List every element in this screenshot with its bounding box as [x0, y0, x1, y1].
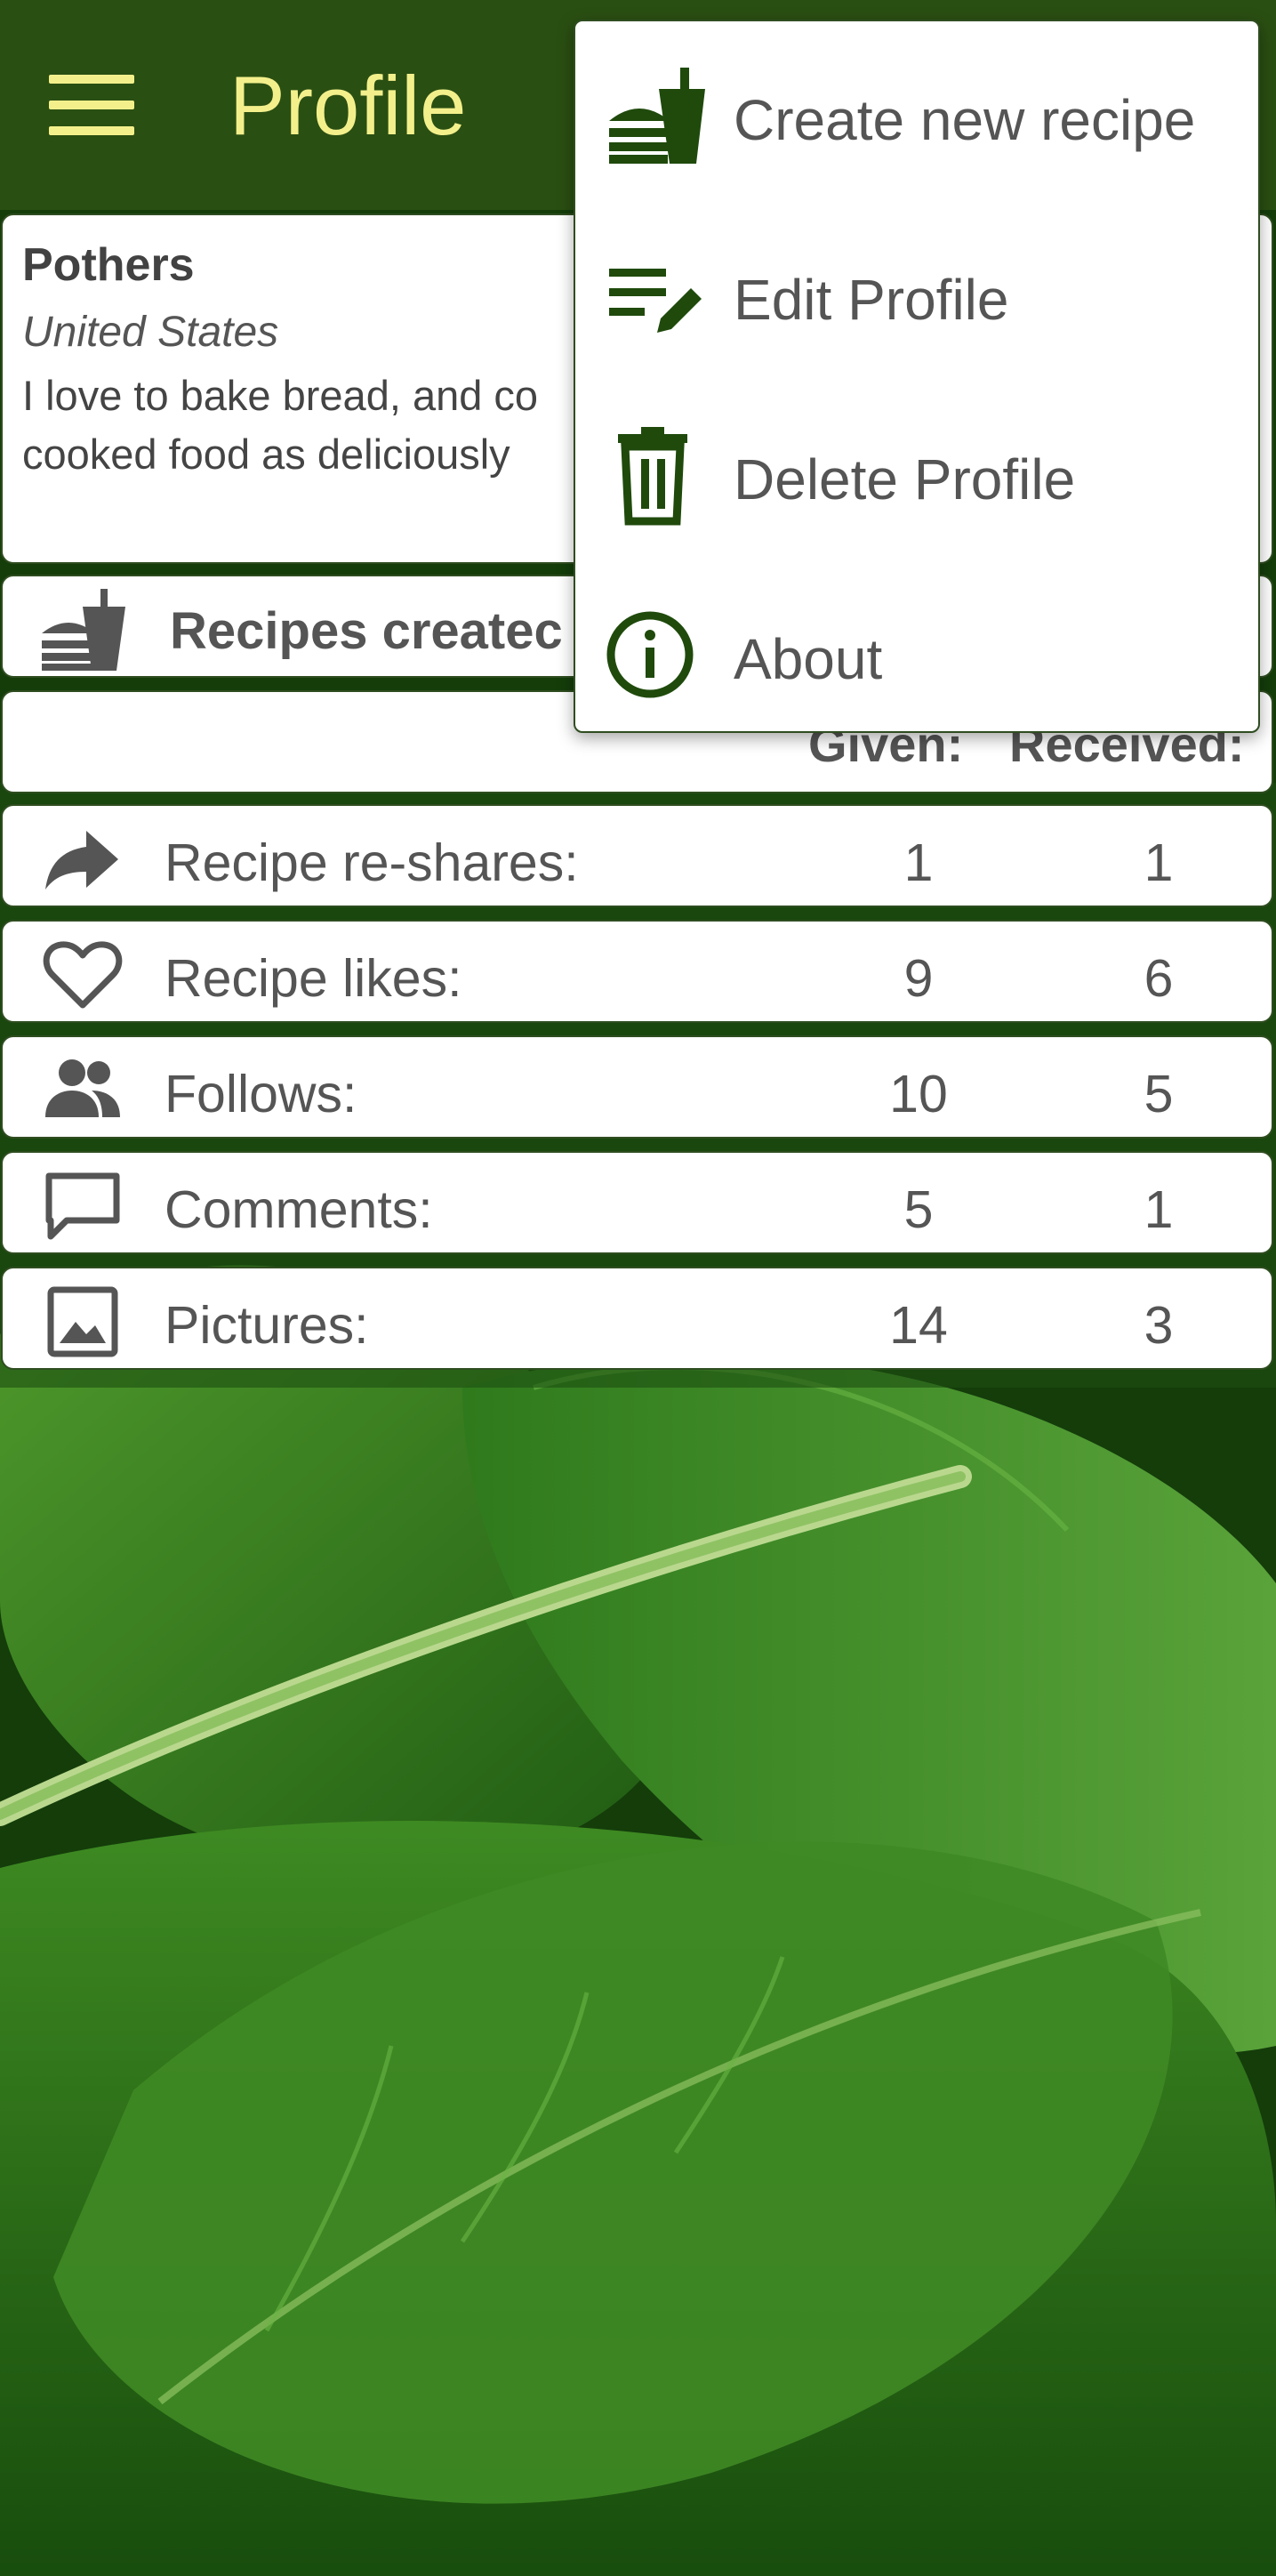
stat-row-follows[interactable]: Follows: 10 5 [1, 1035, 1273, 1139]
trash-icon [618, 427, 687, 526]
comment-bubble-icon [45, 1172, 120, 1240]
stat-received-value: 1 [1144, 833, 1174, 892]
stat-row-reshares[interactable]: Recipe re-shares: 1 1 [1, 804, 1273, 907]
page-title: Profile [229, 59, 467, 152]
stat-received-value: 6 [1144, 949, 1174, 1008]
stat-label: Recipe likes: [165, 949, 462, 1008]
burger-flag-icon [42, 589, 125, 671]
profile-country: United States [22, 309, 279, 356]
stat-row-likes[interactable]: Recipe likes: 9 6 [1, 920, 1273, 1023]
stat-row-pictures[interactable]: Pictures: 14 3 [1, 1267, 1273, 1370]
menu-item-about[interactable]: About [575, 564, 1258, 742]
stat-label: Follows: [165, 1065, 357, 1123]
stat-given-value: 1 [903, 833, 934, 892]
stat-given-value: 14 [889, 1296, 948, 1355]
share-arrow-icon [45, 831, 118, 890]
menu-item-label: Create new recipe [734, 88, 1196, 152]
menu-item-delete-profile[interactable]: Delete Profile [575, 384, 1258, 562]
stat-given-value: 9 [903, 949, 934, 1008]
info-icon [606, 611, 694, 698]
stat-label: Comments: [165, 1180, 433, 1239]
edit-list-icon [609, 269, 702, 333]
stat-received-value: 3 [1144, 1296, 1174, 1355]
people-icon [45, 1059, 120, 1117]
profile-name: Pothers [22, 239, 195, 291]
stat-label: Recipe re-shares: [165, 833, 579, 892]
menu-item-label: About [734, 627, 883, 691]
heart-outline-icon [43, 941, 123, 1009]
stat-given-value: 5 [903, 1180, 934, 1239]
stat-given-value: 10 [889, 1065, 948, 1123]
hamburger-menu-icon[interactable] [44, 69, 140, 141]
stat-label: Pictures: [165, 1296, 369, 1355]
recipes-created-label: Recipes createc [170, 602, 563, 660]
stat-received-value: 5 [1144, 1065, 1174, 1123]
menu-item-edit-profile[interactable]: Edit Profile [575, 205, 1258, 382]
menu-item-label: Delete Profile [734, 447, 1076, 511]
stat-received-value: 1 [1144, 1180, 1174, 1239]
stat-row-comments[interactable]: Comments: 5 1 [1, 1151, 1273, 1254]
image-icon [47, 1286, 118, 1357]
overflow-menu: Create new recipe Edit Profile Delete Pr… [574, 20, 1260, 733]
menu-item-create-recipe[interactable]: Create new recipe [575, 25, 1258, 203]
menu-item-label: Edit Profile [734, 268, 1009, 332]
burger-flag-icon [609, 68, 705, 164]
